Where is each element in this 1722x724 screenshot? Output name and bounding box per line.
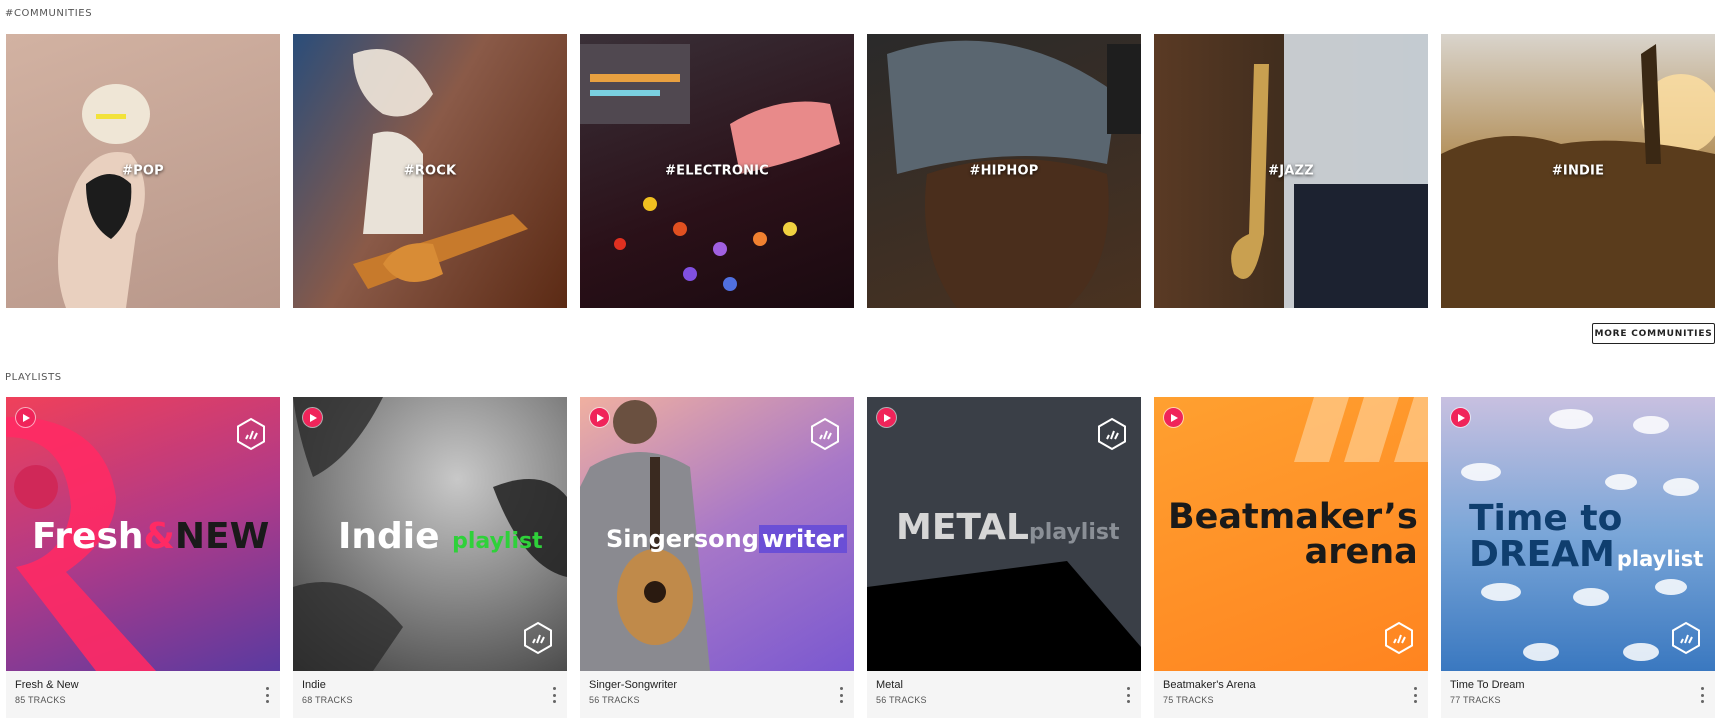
play-button[interactable]: [877, 408, 896, 427]
cover-title-part: Indie: [338, 516, 440, 557]
cover-title: Time to DREAMplaylist: [1469, 501, 1703, 573]
cover-title: METALplaylist: [896, 507, 1119, 548]
playlist-cover[interactable]: Beatmaker’s arena: [1154, 397, 1428, 671]
cover-title-part: DREAM: [1469, 534, 1615, 575]
community-tag: #HIPHOP: [969, 163, 1039, 179]
communities-section-label: #COMMUNITIES: [5, 8, 93, 19]
cover-title-part: playlist: [452, 529, 543, 554]
playlist-name[interactable]: Metal: [876, 679, 1132, 691]
play-button[interactable]: [1451, 408, 1470, 427]
hex-logo-icon: [524, 621, 552, 655]
more-options-icon[interactable]: [1699, 687, 1705, 703]
playlist-name[interactable]: Indie: [302, 679, 558, 691]
playlists-row: Fresh&NEW Fresh & New 85 TRACKS Indie pl…: [6, 397, 1715, 718]
playlist-name[interactable]: Singer-Songwriter: [589, 679, 845, 691]
hex-logo-icon: [237, 417, 265, 451]
community-tile-rock[interactable]: #ROCK: [293, 34, 567, 308]
playlist-card-indie[interactable]: Indie playlist Indie 68 TRACKS: [293, 397, 567, 718]
hex-logo-icon: [1098, 417, 1126, 451]
playlist-info: Beatmaker's Arena 75 TRACKS: [1154, 671, 1428, 718]
playlist-info: Metal 56 TRACKS: [867, 671, 1141, 718]
playlist-track-count: 75 TRACKS: [1163, 695, 1214, 705]
cover-title-part: playlist: [1616, 547, 1704, 571]
cover-title-part: NEW: [174, 516, 270, 557]
playlist-card-beatmakers-arena[interactable]: Beatmaker’s arena Beatmaker's Arena 75 T…: [1154, 397, 1428, 718]
playlist-info: Singer-Songwriter 56 TRACKS: [580, 671, 854, 718]
more-options-icon[interactable]: [551, 687, 557, 703]
playlist-name[interactable]: Fresh & New: [15, 679, 271, 691]
playlist-cover[interactable]: Indie playlist: [293, 397, 567, 671]
playlist-track-count: 56 TRACKS: [589, 695, 640, 705]
cover-title-part: playlist: [1028, 520, 1120, 545]
playlist-track-count: 85 TRACKS: [15, 695, 66, 705]
community-tag: #ELECTRONIC: [665, 163, 769, 179]
hex-logo-icon: [1672, 621, 1700, 655]
playlist-info: Indie 68 TRACKS: [293, 671, 567, 718]
playlist-cover[interactable]: METALplaylist: [867, 397, 1141, 671]
more-options-icon[interactable]: [1412, 687, 1418, 703]
playlist-cover[interactable]: Fresh&NEW: [6, 397, 280, 671]
playlist-cover[interactable]: Time to DREAMplaylist: [1441, 397, 1715, 671]
community-tile-indie[interactable]: #INDIE: [1441, 34, 1715, 308]
community-tag: #POP: [122, 163, 164, 179]
community-tile-jazz[interactable]: #JAZZ: [1154, 34, 1428, 308]
community-tag: #ROCK: [403, 163, 457, 179]
community-tile-hiphop[interactable]: #HIPHOP: [867, 34, 1141, 308]
cover-title: Fresh&NEW: [32, 516, 269, 557]
play-button[interactable]: [303, 408, 322, 427]
more-options-icon[interactable]: [1125, 687, 1131, 703]
playlist-track-count: 56 TRACKS: [876, 695, 927, 705]
playlists-section-label: PLAYLISTS: [5, 372, 62, 383]
cover-title: Beatmaker’s arena: [1168, 500, 1418, 570]
playlist-track-count: 68 TRACKS: [302, 695, 353, 705]
playlist-card-fresh-new[interactable]: Fresh&NEW Fresh & New 85 TRACKS: [6, 397, 280, 718]
more-options-icon[interactable]: [838, 687, 844, 703]
playlist-card-singer-songwriter[interactable]: Singersong writer Singer-Songwriter 56 TR…: [580, 397, 854, 718]
cover-title-amp: &: [143, 516, 175, 557]
cover-title-part: Beatmaker’s: [1168, 497, 1418, 537]
play-button[interactable]: [16, 408, 35, 427]
cover-title: Singersong writer: [606, 525, 847, 553]
cover-title-part: writer: [758, 525, 847, 553]
playlist-track-count: 77 TRACKS: [1450, 695, 1501, 705]
more-communities-button[interactable]: MORE COMMUNITIES: [1592, 323, 1715, 344]
playlist-name[interactable]: Time To Dream: [1450, 679, 1706, 691]
cover-title-part: Time to: [1469, 498, 1623, 539]
community-tag: #JAZZ: [1268, 163, 1314, 179]
community-tile-electronic[interactable]: #ELECTRONIC: [580, 34, 854, 308]
hex-logo-icon: [1385, 621, 1413, 655]
cover-title: Indie playlist: [338, 516, 543, 557]
cover-title-part: arena: [1304, 532, 1418, 572]
hex-logo-icon: [811, 417, 839, 451]
cover-title-part: Singersong: [606, 525, 759, 553]
playlist-cover[interactable]: Singersong writer: [580, 397, 854, 671]
more-options-icon[interactable]: [264, 687, 270, 703]
playlist-info: Fresh & New 85 TRACKS: [6, 671, 280, 718]
playlist-info: Time To Dream 77 TRACKS: [1441, 671, 1715, 718]
cover-title-part: Fresh: [32, 516, 144, 557]
cover-title-part: METAL: [896, 507, 1029, 548]
play-button[interactable]: [1164, 408, 1183, 427]
community-tag: #INDIE: [1551, 163, 1605, 179]
community-tile-pop[interactable]: #POP: [6, 34, 280, 308]
playlist-card-time-to-dream[interactable]: Time to DREAMplaylist Time To Dream 77 T…: [1441, 397, 1715, 718]
communities-row: #POP #ROCK #ELECTRONIC #HIPHOP #JAZZ #IN…: [6, 34, 1715, 308]
playlist-name[interactable]: Beatmaker's Arena: [1163, 679, 1419, 691]
play-button[interactable]: [590, 408, 609, 427]
playlist-card-metal[interactable]: METALplaylist Metal 56 TRACKS: [867, 397, 1141, 718]
